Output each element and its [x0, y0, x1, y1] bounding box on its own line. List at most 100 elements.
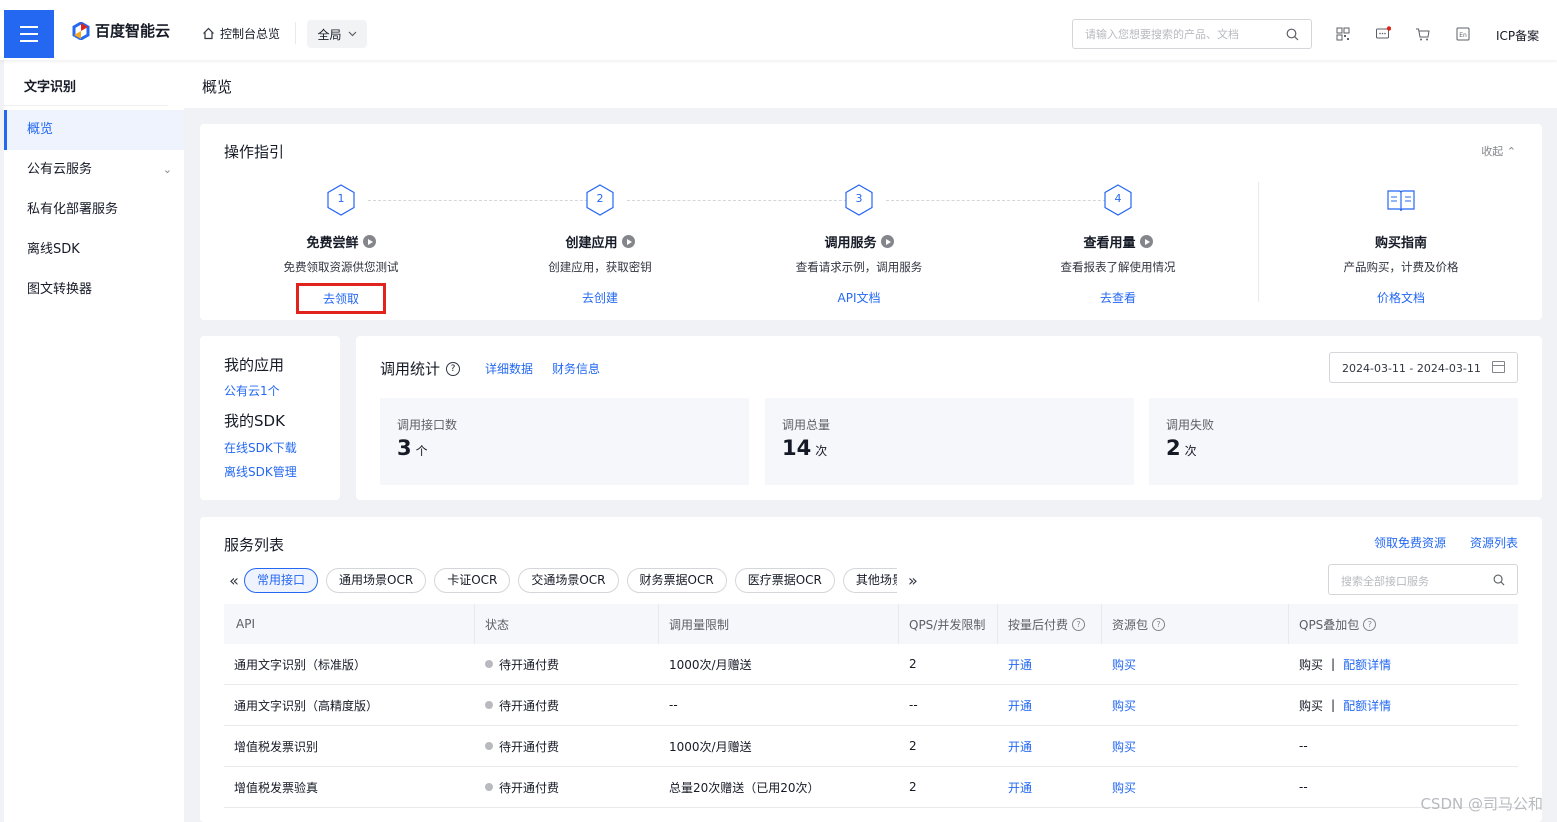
- qps-limit: 2: [909, 739, 917, 753]
- buy-pack-link[interactable]: 购买: [1112, 685, 1136, 725]
- column-divider: [1288, 604, 1289, 644]
- quota-detail-link[interactable]: 配额详情: [1343, 697, 1391, 714]
- language-en-icon[interactable]: En: [1455, 26, 1471, 42]
- sidebar-item-public-cloud[interactable]: 公有云服务 ⌄: [4, 150, 184, 190]
- step-desc: 创建应用，获取密钥: [548, 260, 652, 274]
- double-chevron-right-icon[interactable]: »: [903, 571, 923, 590]
- buy-pack-link[interactable]: 购买: [1112, 726, 1136, 766]
- tab-other[interactable]: 其他场景: [842, 567, 897, 593]
- help-icon[interactable]: ?: [446, 361, 461, 376]
- cart-icon[interactable]: [1415, 26, 1431, 42]
- double-chevron-left-icon[interactable]: «: [224, 571, 244, 590]
- buy-qps-link[interactable]: 购买: [1299, 697, 1323, 714]
- quota-detail-link[interactable]: 配额详情: [1343, 656, 1391, 673]
- create-app-link[interactable]: 去创建: [582, 289, 618, 306]
- sidebar-item-label: 概览: [27, 122, 54, 137]
- qps-limit: 2: [909, 657, 917, 671]
- date-range-value: 2024-03-11 - 2024-03-11: [1342, 362, 1481, 375]
- guide-step-4: 4 查看用量 查看报表了解使用情况 去查看: [998, 184, 1238, 306]
- api-name: 通用文字识别（高精度版）: [234, 698, 379, 713]
- api-doc-link[interactable]: API文档: [838, 289, 881, 306]
- qps-pack-empty: --: [1299, 780, 1308, 794]
- message-icon[interactable]: [1375, 26, 1391, 42]
- console-overview-link[interactable]: 控制台总览: [202, 25, 280, 42]
- finance-info-link[interactable]: 财务信息: [552, 360, 600, 377]
- tab-traffic-ocr[interactable]: 交通场景OCR: [518, 567, 619, 593]
- table-row: 增值税发票识别 待开通付费 1000次/月赠送 2 开通 购买 --: [224, 726, 1518, 767]
- public-cloud-app-link[interactable]: 公有云1个: [224, 382, 280, 399]
- watermark: CSDN @司马公和: [1420, 795, 1543, 813]
- enable-postpaid-link[interactable]: 开通: [1008, 685, 1032, 725]
- tab-medical-ocr[interactable]: 医疗票据OCR: [734, 567, 835, 593]
- purchase-guide-name: 购买指南: [1374, 236, 1427, 251]
- book-icon: [1386, 184, 1416, 216]
- qr-code-icon[interactable]: [1335, 26, 1351, 42]
- column-header: QPS/并发限制: [909, 617, 986, 632]
- tab-common-api[interactable]: 常用接口: [244, 567, 319, 593]
- search-icon[interactable]: [1286, 28, 1299, 41]
- sidebar-item-image-text-converter[interactable]: 图文转换器: [4, 270, 184, 310]
- help-icon[interactable]: ?: [1363, 617, 1377, 631]
- play-video-icon[interactable]: [1139, 235, 1153, 248]
- online-sdk-download-link[interactable]: 在线SDK下载: [224, 439, 297, 456]
- detail-data-link[interactable]: 详细数据: [485, 360, 533, 377]
- resource-list-link[interactable]: 资源列表: [1470, 534, 1518, 551]
- search-icon[interactable]: [1493, 574, 1505, 586]
- help-icon[interactable]: ?: [1072, 617, 1086, 631]
- service-search-input[interactable]: 搜索全部接口服务: [1328, 564, 1518, 595]
- sidebar-item-overview[interactable]: 概览: [4, 110, 184, 150]
- play-video-icon[interactable]: [880, 235, 894, 248]
- offline-sdk-manage-link[interactable]: 离线SDK管理: [224, 463, 297, 480]
- brand-logo[interactable]: 百度智能云: [72, 20, 170, 41]
- claim-free-link[interactable]: 去领取: [295, 283, 386, 314]
- chevron-down-icon: ⌄: [162, 163, 172, 176]
- date-range-picker[interactable]: 2024-03-11 - 2024-03-11: [1329, 352, 1518, 383]
- table-row: 通用文字识别（标准版） 待开通付费 1000次/月赠送 2 开通 购买 购买 | 配…: [224, 644, 1518, 685]
- enable-postpaid-link[interactable]: 开通: [1008, 726, 1032, 766]
- tab-general-ocr[interactable]: 通用场景OCR: [326, 567, 427, 593]
- tab-card-ocr[interactable]: 卡证OCR: [434, 567, 511, 593]
- call-limit: --: [669, 698, 678, 712]
- view-usage-link[interactable]: 去查看: [1100, 289, 1136, 306]
- buy-pack-link[interactable]: 购买: [1112, 767, 1136, 807]
- price-doc-link[interactable]: 价格文档: [1377, 289, 1425, 306]
- my-sdk-title: 我的SDK: [224, 412, 285, 430]
- buy-qps-link[interactable]: 购买: [1299, 656, 1323, 673]
- hexagon-step-icon: 4: [1103, 184, 1133, 216]
- global-search-input[interactable]: 请输入您想要搜索的产品、文档: [1072, 19, 1312, 49]
- column-header: API: [236, 617, 255, 631]
- api-name: 增值税发票验真: [234, 780, 319, 795]
- claim-free-resource-link[interactable]: 领取免费资源: [1374, 534, 1446, 551]
- sidebar-item-offline-sdk[interactable]: 离线SDK: [4, 230, 184, 270]
- status-text: 待开通付费: [499, 739, 560, 754]
- step-number: 2: [596, 192, 604, 205]
- step-desc: 免费领取资源供您测试: [283, 260, 399, 274]
- separator: |: [1331, 657, 1336, 671]
- sidebar-item-private-deploy[interactable]: 私有化部署服务: [4, 190, 184, 230]
- tab-finance-ocr[interactable]: 财务票据OCR: [626, 567, 727, 593]
- table-row: 通用文字识别（高精度版） 待开通付费 -- -- 开通 购买 购买 | 配额详情: [224, 685, 1518, 726]
- status-dot: [485, 660, 493, 668]
- region-select[interactable]: 全局: [307, 20, 367, 48]
- icp-filing-link[interactable]: ICP备案: [1496, 27, 1539, 44]
- play-video-icon[interactable]: [621, 235, 635, 248]
- buy-pack-link[interactable]: 购买: [1112, 644, 1136, 684]
- collapse-button[interactable]: 收起 ⌃: [1481, 143, 1516, 159]
- purchase-guide: 购买指南 产品购买，计费及价格 价格文档: [1281, 184, 1521, 306]
- console-overview-label: 控制台总览: [220, 27, 281, 41]
- stat-unit: 次: [815, 444, 828, 458]
- header-divider: [295, 22, 296, 44]
- enable-postpaid-link[interactable]: 开通: [1008, 644, 1032, 684]
- guide-divider: [1258, 182, 1259, 302]
- stat-failed-calls: 调用失败 2次: [1149, 398, 1518, 485]
- help-icon[interactable]: ?: [1152, 617, 1166, 631]
- play-video-icon[interactable]: [362, 235, 376, 248]
- hamburger-menu-button[interactable]: [4, 10, 54, 58]
- sidebar-title: 文字识别: [4, 60, 168, 106]
- enable-postpaid-link[interactable]: 开通: [1008, 767, 1032, 807]
- status-dot: [485, 701, 493, 709]
- calendar-icon: [1492, 361, 1505, 373]
- global-search-placeholder: 请输入您想要搜索的产品、文档: [1085, 28, 1239, 41]
- call-limit: 1000次/月赠送: [669, 657, 752, 672]
- stat-total-calls: 调用总量 14 次: [765, 398, 1134, 485]
